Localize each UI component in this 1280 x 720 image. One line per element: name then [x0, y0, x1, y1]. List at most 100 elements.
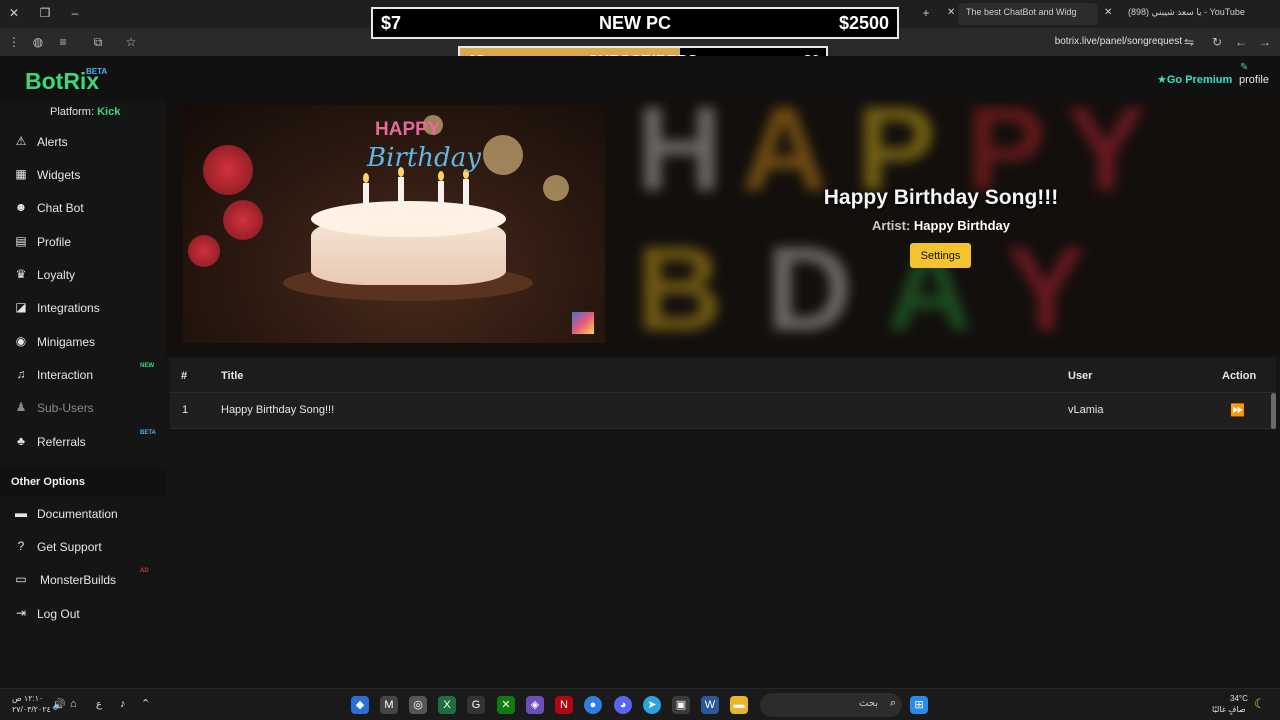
column-action: Action	[1222, 370, 1257, 382]
volume-icon[interactable]: 🔊	[52, 698, 66, 711]
column-number: #	[181, 370, 188, 382]
sidebar-item-integrations[interactable]: ◪ Integrations	[0, 294, 166, 322]
reload-icon[interactable]: ↻	[1209, 35, 1225, 49]
app-store-icon[interactable]: ▣	[672, 696, 690, 714]
weather-temp[interactable]: 34°C	[1230, 694, 1248, 703]
candle	[398, 177, 404, 205]
site-settings-icon[interactable]: ⇋	[1181, 35, 1197, 49]
menu-dots-icon[interactable]: ⋮	[6, 35, 22, 49]
rose-decoration	[188, 235, 220, 267]
sidebar-item-referrals[interactable]: ♣ Referrals BETA	[0, 428, 166, 456]
sidebar-item-get-support[interactable]: ? Get Support	[0, 533, 166, 561]
app-telegram-icon[interactable]: ➤	[643, 696, 661, 714]
url-field[interactable]: botrix.live/panel/songrequest	[1055, 36, 1182, 47]
sidebar-item-minigames[interactable]: ◉ Minigames	[0, 328, 166, 356]
minimize-window-icon[interactable]: –	[67, 6, 83, 20]
weather-desc[interactable]: صافٍ غالبًا	[1212, 705, 1246, 714]
rose-decoration	[203, 145, 253, 195]
app-file-explorer-icon[interactable]: ▬	[730, 696, 748, 714]
windows-taskbar: ١٢:١٠ ص ٢٧/٠٣/٢٠٢٤ 🔊 ⌂ ع ♪ ⌃ ◆ M ◎ X G ✕…	[0, 688, 1280, 720]
sidebar-item-interaction[interactable]: ♫ Interaction NEW	[0, 361, 166, 389]
close-window-icon[interactable]: ✕	[6, 6, 22, 20]
sidebar-item-loyalty[interactable]: ♛ Loyalty	[0, 261, 166, 289]
beta-badge: BETA	[140, 430, 156, 436]
new-badge: NEW	[140, 363, 154, 369]
app-word-icon[interactable]: W	[701, 696, 719, 714]
sidebar-item-alerts[interactable]: ⚠ Alerts	[0, 128, 166, 156]
extensions-puzzle-icon[interactable]: ⧉	[90, 35, 106, 50]
chevron-up-icon[interactable]: ⌃	[141, 697, 150, 710]
profile-leaf-icon: ✎	[1240, 62, 1249, 73]
tab-youtube[interactable]: (898) يا سعد شيبني - YouTube	[1120, 3, 1258, 25]
gamepad-icon: ◉	[15, 334, 27, 348]
app-media-icon[interactable]: ◎	[409, 696, 427, 714]
platform-value: Kick	[97, 106, 121, 118]
candle	[438, 181, 444, 209]
app-gmail-icon[interactable]: M	[380, 696, 398, 714]
users-icon: ♟	[15, 400, 27, 414]
bokeh-light	[483, 135, 523, 175]
bookmark-star-icon[interactable]: ☆	[123, 35, 139, 49]
tune-icon[interactable]: ≡	[55, 35, 71, 49]
clock-date[interactable]: ٢٧/٠٣/٢٠٢٤	[12, 705, 51, 714]
sidebar-item-monsterbuilds[interactable]: ▭ MonsterBuilds AD	[0, 566, 166, 594]
row-title: Happy Birthday Song!!!	[221, 404, 335, 416]
row-number: 1	[182, 404, 189, 416]
candle	[463, 179, 469, 207]
widgets-icon: ▦	[15, 167, 27, 181]
close-tab-icon[interactable]: ✕	[1104, 7, 1112, 18]
network-icon[interactable]: ⌂	[70, 698, 77, 710]
sidebar-item-chat-bot[interactable]: ☻ Chat Bot	[0, 194, 166, 222]
question-icon: ?	[17, 539, 25, 553]
referrals-icon: ♣	[17, 434, 25, 448]
skip-forward-icon[interactable]: ⏩	[1230, 403, 1245, 417]
sidebar-item-sub-users[interactable]: ♟ Sub-Users	[0, 394, 166, 422]
settings-button[interactable]: Settings	[910, 243, 971, 268]
profile-card-icon: ▤	[15, 234, 27, 248]
clock-time[interactable]: ١٢:١٠ ص	[12, 694, 43, 703]
windows-start-icon[interactable]: ⊞	[910, 696, 928, 714]
sidebar-item-log-out[interactable]: ⇥ Log Out	[0, 600, 166, 628]
search-icon: ⌕	[889, 697, 896, 709]
taskbar-search[interactable]: بحث ⌕	[760, 693, 902, 717]
laptop-icon: ▭	[15, 572, 27, 586]
profile-link[interactable]: profile	[1239, 74, 1269, 86]
now-playing-hero: H A P P Y B D A Y HAPPY Birthday Happy B…	[166, 100, 1280, 356]
tab-botrix[interactable]: The best ChatBot and Widg	[958, 3, 1098, 25]
go-premium-link[interactable]: ★Go Premium	[1157, 73, 1232, 86]
sidebar-item-widgets[interactable]: ▦ Widgets	[0, 161, 166, 189]
thumbnail-happy-text: HAPPY	[375, 119, 441, 140]
app-chrome-icon[interactable]: ●	[584, 696, 602, 714]
input-language[interactable]: ع	[96, 699, 102, 710]
column-title: Title	[221, 370, 244, 382]
app-logitech-icon[interactable]: G	[467, 696, 485, 714]
app-header: BotRix BETA ★Go Premium ✎ profile	[0, 56, 1280, 100]
scroll-icon: ▬	[15, 506, 27, 520]
app-netflix-icon[interactable]: N	[555, 696, 573, 714]
scrollbar[interactable]	[1271, 393, 1276, 429]
candle-flame	[363, 173, 369, 183]
back-icon[interactable]: →	[1257, 35, 1273, 49]
restore-window-icon[interactable]: ❐	[37, 6, 53, 20]
song-thumbnail: HAPPY Birthday	[183, 105, 605, 343]
app-game-icon[interactable]: ◈	[526, 696, 544, 714]
star-icon: ★	[1157, 74, 1167, 86]
trophy-icon: ♛	[15, 267, 27, 281]
goal-widget: $7 NEW PC $2500	[371, 7, 899, 39]
app-excel-icon[interactable]: X	[438, 696, 456, 714]
close-tab-icon[interactable]: ✕	[947, 7, 955, 18]
new-tab-icon[interactable]: +	[918, 6, 934, 20]
search-placeholder: بحث	[858, 698, 878, 709]
channel-sticker-icon	[571, 311, 595, 335]
sidebar-item-documentation[interactable]: ▬ Documentation	[0, 500, 166, 528]
app-discord-icon[interactable]: ◕	[614, 696, 632, 714]
app-shield-icon[interactable]: ◆	[351, 696, 369, 714]
microphone-icon[interactable]: ♪	[120, 698, 126, 710]
forward-icon[interactable]: ←	[1233, 35, 1249, 49]
extension-icon[interactable]: ◍	[30, 35, 46, 49]
logo-beta-badge: BETA	[86, 67, 108, 76]
sidebar-item-profile[interactable]: ▤ Profile	[0, 228, 166, 256]
app-xbox-icon[interactable]: ✕	[497, 696, 515, 714]
other-options-header: Other Options	[0, 468, 166, 496]
goal-title: NEW PC	[599, 13, 671, 33]
